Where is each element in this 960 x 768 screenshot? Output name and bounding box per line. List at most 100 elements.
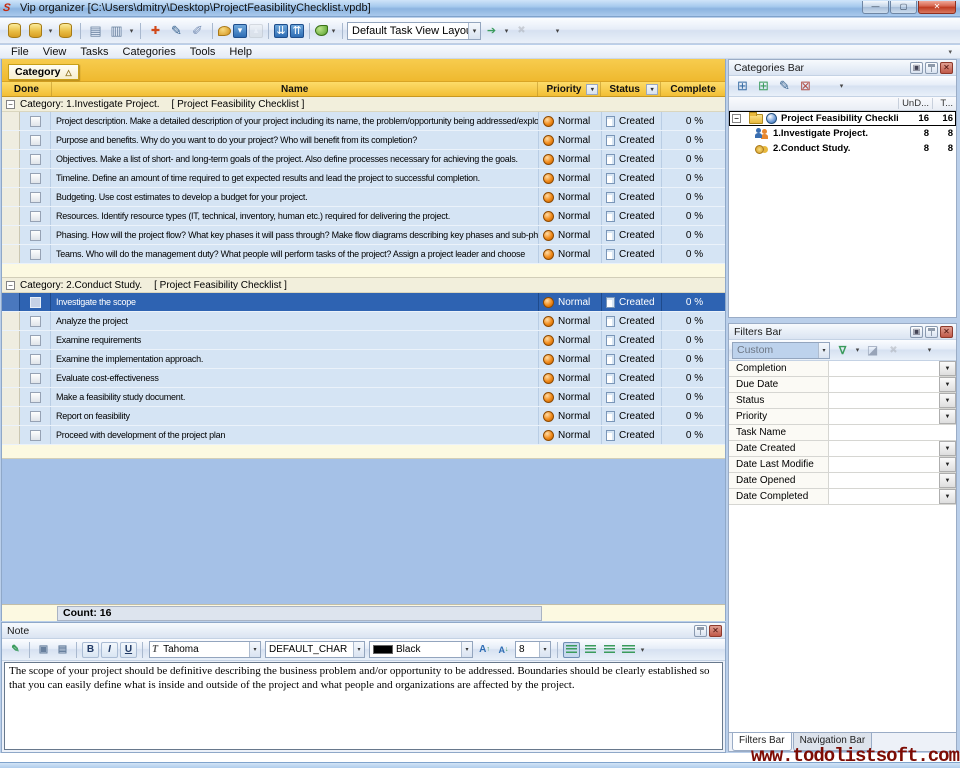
pin-panel-icon[interactable] xyxy=(925,326,938,338)
collapse-group-icon[interactable] xyxy=(6,100,15,109)
task-row[interactable]: Make a feasibility study document.Normal… xyxy=(2,388,725,407)
menu-item-categories[interactable]: Categories xyxy=(116,46,183,58)
bullet-list-icon[interactable] xyxy=(620,642,637,658)
column-header-name[interactable]: Name xyxy=(51,82,538,96)
print-preview-dropdown-icon[interactable] xyxy=(127,27,136,35)
priority-filter-dropdown-icon[interactable]: ▾ xyxy=(586,84,598,95)
task-checkbox[interactable] xyxy=(30,354,41,365)
status-filter-dropdown-icon[interactable]: ▾ xyxy=(646,84,658,95)
filter-field-value[interactable] xyxy=(829,393,939,408)
close-button[interactable]: ✕ xyxy=(918,1,956,14)
remove-layout-icon[interactable] xyxy=(512,22,531,40)
increase-font-icon[interactable] xyxy=(476,642,493,658)
filter-field-value[interactable] xyxy=(829,361,939,376)
menu-overflow-icon[interactable]: ▾ xyxy=(948,48,952,56)
menu-item-help[interactable]: Help xyxy=(222,46,259,58)
task-checkbox[interactable] xyxy=(30,411,41,422)
menu-item-file[interactable]: File xyxy=(4,46,36,58)
font-color-combo[interactable]: Black ▾ xyxy=(369,641,473,658)
categories-overflow-dropdown-icon[interactable] xyxy=(837,82,846,90)
maximize-button[interactable]: ▢ xyxy=(890,1,917,14)
column-header-undone[interactable]: UnD... xyxy=(898,98,932,109)
task-checkbox[interactable] xyxy=(30,373,41,384)
delete-category-icon[interactable] xyxy=(796,77,815,95)
note-toolbar-overflow-icon[interactable] xyxy=(638,646,647,654)
column-header-status[interactable]: Status ▾ xyxy=(600,82,660,96)
chevron-down-icon[interactable]: ▾ xyxy=(539,642,550,657)
task-checkbox[interactable] xyxy=(30,392,41,403)
close-panel-icon[interactable]: ✕ xyxy=(709,625,722,637)
pin-panel-icon[interactable] xyxy=(694,625,707,637)
add-subcategory-icon[interactable] xyxy=(754,77,773,95)
task-row[interactable]: Examine the implementation approach.Norm… xyxy=(2,350,725,369)
task-checkbox[interactable] xyxy=(30,249,41,260)
task-checkbox[interactable] xyxy=(30,335,41,346)
task-row[interactable]: Objectives. Make a list of short- and lo… xyxy=(2,150,725,169)
filter-field-dropdown-icon[interactable]: ▼ xyxy=(939,473,956,488)
char-style-combo[interactable]: DEFAULT_CHAR ▾ xyxy=(265,641,365,658)
apply-filter-dropdown-icon[interactable] xyxy=(853,346,862,354)
filter-preset-combo[interactable]: Custom ▾ xyxy=(732,342,830,359)
filter-field-dropdown-icon[interactable]: ▼ xyxy=(939,489,956,504)
collapse-all-icon[interactable] xyxy=(290,24,304,38)
menu-item-tools[interactable]: Tools xyxy=(183,46,223,58)
category-tree-item[interactable]: Project Feasibility Checklist1616 xyxy=(729,111,956,126)
restore-panel-icon[interactable]: ▣ xyxy=(910,62,923,74)
task-checkbox[interactable] xyxy=(30,192,41,203)
task-row[interactable]: Resources. Identify resource types (IT, … xyxy=(2,207,725,226)
print-icon[interactable] xyxy=(86,22,105,40)
align-right-icon[interactable] xyxy=(601,642,618,658)
print-preview-icon[interactable] xyxy=(107,22,126,40)
close-panel-icon[interactable]: ✕ xyxy=(940,62,953,74)
apply-filter-icon[interactable] xyxy=(833,341,852,359)
column-header-priority[interactable]: Priority ▾ xyxy=(537,82,600,96)
task-checkbox[interactable] xyxy=(30,154,41,165)
underline-button[interactable]: U xyxy=(120,642,137,658)
toolbar-overflow-icon[interactable] xyxy=(533,22,552,40)
task-checkbox[interactable] xyxy=(30,173,41,184)
category-tree-item[interactable]: 1.Investigate Project.88 xyxy=(729,126,956,141)
restore-panel-icon[interactable]: ▣ xyxy=(910,326,923,338)
filter-field-value[interactable] xyxy=(829,489,939,504)
task-checkbox[interactable] xyxy=(30,116,41,127)
open-database-dropdown-icon[interactable] xyxy=(46,27,55,35)
task-row[interactable]: Budgeting. Use cost estimates to develop… xyxy=(2,188,725,207)
apply-layout-icon[interactable] xyxy=(482,22,501,40)
filter-field-value[interactable] xyxy=(829,457,939,472)
decrease-font-icon[interactable] xyxy=(495,642,512,658)
task-row[interactable]: Phasing. How will the project flow? What… xyxy=(2,226,725,245)
filters-overflow-icon[interactable] xyxy=(905,341,924,359)
group-header[interactable]: Category: 1.Investigate Project.[ Projec… xyxy=(2,97,725,112)
note-text-area[interactable]: The scope of your project should be defi… xyxy=(4,662,723,750)
filter-field-dropdown-icon[interactable]: ▼ xyxy=(939,409,956,424)
font-size-combo[interactable]: 8 ▾ xyxy=(515,641,551,658)
open-database-icon[interactable] xyxy=(26,22,45,40)
filter-field-value[interactable] xyxy=(829,377,939,392)
categories-overflow-icon[interactable] xyxy=(817,77,836,95)
task-view-layout-combo[interactable]: Default Task View Layout ▾ xyxy=(347,22,481,40)
task-row[interactable]: Analyze the projectNormalCreated0 % xyxy=(2,312,725,331)
filter-field-value[interactable] xyxy=(829,473,939,488)
menu-item-tasks[interactable]: Tasks xyxy=(73,46,115,58)
task-row[interactable]: Timeline. Define an amount of time requi… xyxy=(2,169,725,188)
group-header[interactable]: Category: 2.Conduct Study.[ Project Feas… xyxy=(2,278,725,293)
filter-field-value[interactable] xyxy=(829,441,939,456)
copy-note-icon[interactable]: ▣ xyxy=(35,642,52,658)
chevron-down-icon[interactable]: ▾ xyxy=(818,343,829,358)
clear-filter-icon[interactable] xyxy=(863,341,882,359)
chevron-down-icon[interactable]: ▾ xyxy=(461,642,472,657)
add-category-icon[interactable] xyxy=(733,77,752,95)
new-database-icon[interactable] xyxy=(5,22,24,40)
italic-button[interactable]: I xyxy=(101,642,118,658)
comments-icon[interactable] xyxy=(218,26,231,36)
groupby-chip-category[interactable]: Category △ xyxy=(8,64,79,80)
category-tree-item[interactable]: 2.Conduct Study.88 xyxy=(729,141,956,156)
task-row[interactable]: Investigate the scopeNormalCreated0 % xyxy=(2,293,725,312)
align-center-icon[interactable] xyxy=(582,642,599,658)
filter-field-dropdown-icon[interactable]: ▼ xyxy=(939,457,956,472)
bold-button[interactable]: B xyxy=(82,642,99,658)
filter-field-dropdown-icon[interactable]: ▼ xyxy=(939,377,956,392)
task-row[interactable]: Project description. Make a detailed des… xyxy=(2,112,725,131)
task-row[interactable]: Purpose and benefits. Why do you want to… xyxy=(2,131,725,150)
column-header-total[interactable]: T... xyxy=(932,98,956,109)
